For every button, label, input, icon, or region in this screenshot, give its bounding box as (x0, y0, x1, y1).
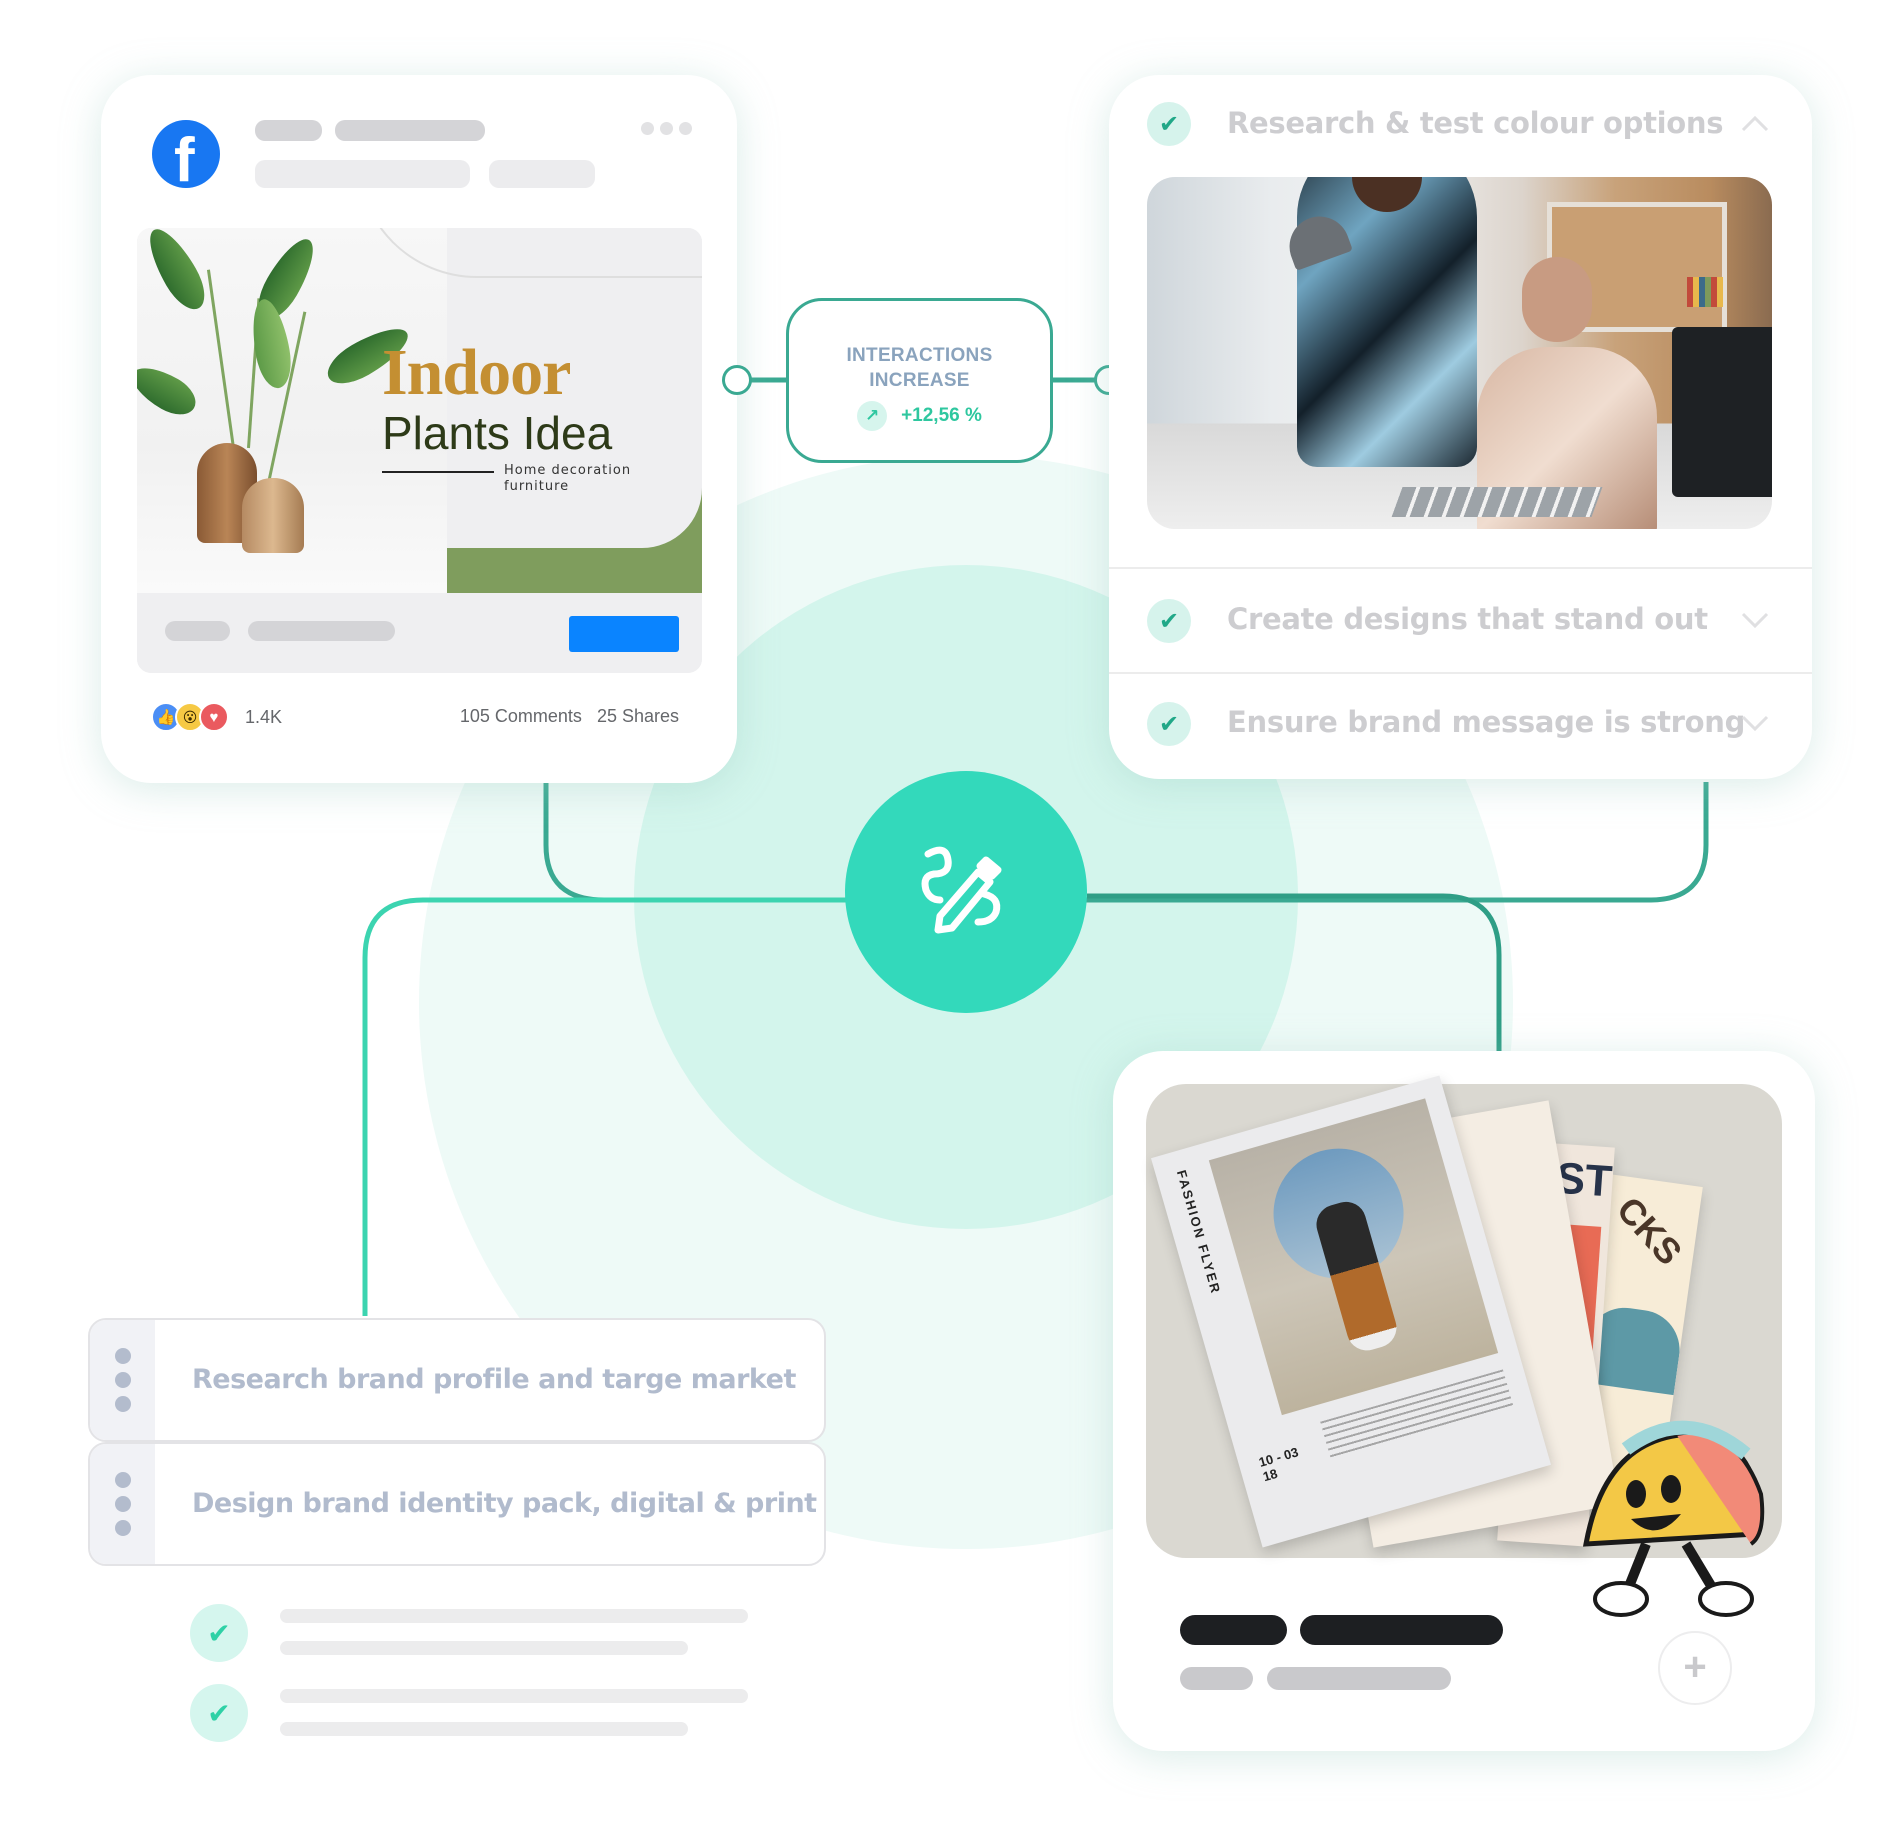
skeleton-meta (255, 160, 470, 188)
love-icon: ♥ (199, 702, 229, 732)
accordion-item-label: Research & test colour options (1227, 106, 1724, 140)
skeleton-text (248, 621, 395, 641)
metric-value-row: ↗ +12,56 % (789, 401, 1050, 431)
skeleton-line (280, 1609, 748, 1623)
add-button[interactable]: + (1658, 1631, 1732, 1705)
skeleton-name (335, 120, 485, 141)
metric-title: INTERACTIONS INCREASE (789, 343, 1050, 393)
chevron-down-icon[interactable] (1740, 605, 1770, 635)
pen-with-squiggle-icon (921, 846, 1002, 934)
facebook-logo-icon: f (152, 120, 220, 188)
person-seated-head (1522, 257, 1592, 342)
reactions[interactable]: 👍 😮 ♥ 1.4K (151, 702, 282, 732)
facebook-post-card: f Indoor Plants Idea Home decoration fur… (101, 75, 737, 783)
taco-mascot-icon (1582, 1420, 1765, 1617)
task-row[interactable]: Research brand profile and targe market (88, 1318, 826, 1442)
reaction-count: 1.4K (245, 706, 283, 727)
skeleton-line (280, 1689, 748, 1703)
ad-title-line1: Indoor (382, 336, 571, 409)
task-label: Design brand identity pack, digital & pr… (192, 1488, 817, 1519)
vase (242, 478, 304, 553)
skeleton-title (1300, 1615, 1503, 1645)
metric-value: +12,56 % (901, 405, 982, 426)
monitor (1672, 327, 1772, 497)
connector-node-left (722, 365, 752, 395)
colour-cards (1391, 487, 1603, 517)
ad-subtitle-line1: Home decoration (504, 463, 632, 478)
connector-accordion-to-center (1070, 782, 1709, 903)
check-icon: ✔ (1147, 102, 1191, 146)
ad-subtitle-line2: furniture (504, 479, 570, 494)
interactions-metric-card: INTERACTIONS INCREASE ↗ +12,56 % (786, 298, 1053, 463)
skeleton-title (1180, 1615, 1287, 1645)
ad-subtitle: Home decoration furniture (504, 463, 631, 495)
accordion-item-label: Create designs that stand out (1227, 602, 1708, 636)
center-design-hub[interactable] (845, 771, 1087, 1013)
accordion-item-label: Ensure brand message is strong (1227, 705, 1746, 739)
ad-divider (382, 471, 494, 473)
comments-count[interactable]: 105 Comments (460, 706, 582, 726)
chevron-down-icon[interactable] (1740, 708, 1770, 738)
ad-creative[interactable]: Indoor Plants Idea Home decoration furni… (137, 228, 702, 673)
drag-handle-icon[interactable] (90, 1444, 155, 1564)
skeleton-subtitle (1267, 1667, 1451, 1690)
drag-handle-icon[interactable] (90, 1320, 155, 1440)
ad-footer (137, 593, 702, 673)
chevron-up-icon[interactable] (1740, 109, 1770, 139)
shares-count[interactable]: 25 Shares (597, 706, 679, 726)
skeleton-name (255, 120, 322, 141)
skeleton-subtitle (1180, 1667, 1253, 1690)
task-accordion-card: ✔ Research & test colour options ✔ Creat… (1109, 75, 1812, 779)
connector-fb-to-center (543, 783, 860, 903)
design-studio-photo (1147, 177, 1772, 529)
more-dots-icon[interactable] (641, 122, 692, 135)
flyer-showcase[interactable]: CKS EST FASHION FLYER 10 - 03 18 (1146, 1075, 1782, 1617)
print-designs-card: CKS EST FASHION FLYER 10 - 03 18 + (1113, 1051, 1815, 1751)
post-stats: 105 Comments 25 Shares (460, 706, 679, 727)
colour-swatch (1687, 277, 1723, 307)
check-icon: ✔ (1147, 702, 1191, 746)
check-icon: ✔ (190, 1684, 248, 1742)
check-icon: ✔ (190, 1604, 248, 1662)
skeleton-meta (489, 160, 595, 188)
connector-center-to-flyers (1087, 893, 1502, 1051)
connector-center-to-tasks (362, 897, 860, 1316)
accordion-item[interactable]: ✔ Ensure brand message is strong (1109, 674, 1812, 779)
task-row[interactable]: Design brand identity pack, digital & pr… (88, 1442, 826, 1566)
metric-title-line2: INCREASE (869, 370, 970, 391)
skeleton-text (165, 621, 230, 641)
ad-title-line2: Plants Idea (382, 407, 613, 459)
skeleton-line (280, 1641, 688, 1655)
accordion-item[interactable]: ✔ Create designs that stand out (1109, 569, 1812, 672)
task-label: Research brand profile and targe market (192, 1364, 796, 1395)
trend-up-arrow-icon: ↗ (857, 401, 888, 431)
accordion-item-expanded[interactable]: ✔ Research & test colour options (1109, 75, 1812, 567)
poster-text: CKS (1608, 1188, 1691, 1273)
check-icon: ✔ (1147, 599, 1191, 643)
ad-cta-button[interactable] (569, 616, 679, 652)
fashion-flyer-dates: 10 - 03 18 (1257, 1444, 1301, 1485)
skeleton-line (280, 1722, 688, 1736)
metric-title-line1: INTERACTIONS (846, 345, 993, 366)
